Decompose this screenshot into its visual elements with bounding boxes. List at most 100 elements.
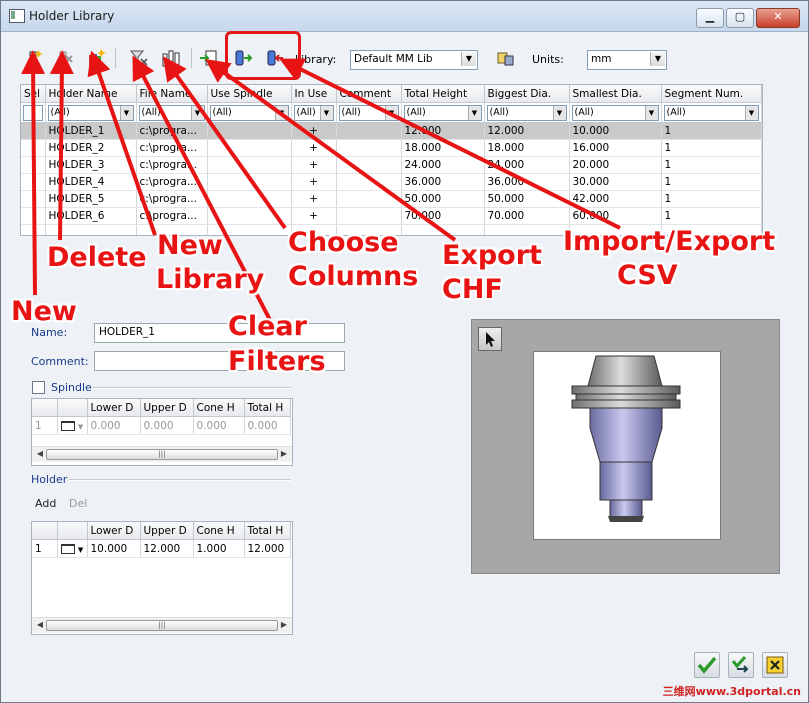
row-select-cell[interactable]: [21, 173, 46, 191]
table-row[interactable]: 1 ▼ 10.000 12.000 1.000 12.000: [32, 539, 291, 558]
column-header[interactable]: In Use: [291, 85, 337, 103]
table-cell: 1: [661, 173, 762, 191]
row-select-cell[interactable]: [21, 122, 46, 140]
table-row[interactable]: 1 ▼ 0.000 0.000 0.000 0.000: [32, 416, 291, 435]
column-filter-select[interactable]: (All) ▼: [209, 104, 289, 121]
table-cell: [336, 156, 402, 174]
row-select-cell[interactable]: [21, 207, 46, 225]
row-select-cell[interactable]: [21, 139, 46, 157]
cancel-button[interactable]: [762, 652, 788, 678]
library-settings-icon[interactable]: [496, 48, 516, 68]
table-row[interactable]: HOLDER_3 c:\progra... +24.000 24.000 20.000 1: [21, 156, 762, 174]
column-filter-value: (All): [489, 106, 509, 118]
column-header: Cone H: [193, 522, 245, 540]
column-header[interactable]: Biggest Dia.: [484, 85, 570, 103]
minimize-icon: ▁: [705, 10, 715, 23]
maximize-button[interactable]: ▢: [726, 8, 754, 28]
spindle-checkbox[interactable]: [32, 381, 45, 394]
annotation-import-export-1: Import/Export: [563, 226, 776, 257]
column-header: Cone H: [193, 399, 245, 417]
column-filter-select[interactable]: (All) ▼: [293, 104, 334, 121]
column-header[interactable]: Holder Name: [45, 85, 137, 103]
apply-button[interactable]: [728, 652, 754, 678]
table-cell: 1: [661, 122, 762, 140]
apply-icon: [731, 656, 749, 673]
choose-columns-icon[interactable]: [161, 48, 181, 68]
table-row[interactable]: HOLDER_6 c:\progra... +70.000 70.000 60.000 1: [21, 207, 762, 225]
select-all-filter[interactable]: [23, 104, 43, 121]
column-header: Total H: [244, 522, 291, 540]
table-row[interactable]: HOLDER_5 c:\progra... +50.000 50.000 42.000 1: [21, 190, 762, 208]
table-cell: c:\progra...: [136, 122, 208, 140]
delete-holder-icon[interactable]: [55, 48, 75, 68]
table-cell: 36.000: [401, 173, 485, 191]
table-cell: [207, 173, 292, 191]
table-cell: [207, 122, 292, 140]
holder-library-window: Holder Library ▁ ▢ ✕ Library: Default MM…: [0, 0, 809, 703]
column-header[interactable]: Smallest Dia.: [569, 85, 662, 103]
column-header[interactable]: Comment: [336, 85, 402, 103]
annotation-new-library-1: New: [157, 230, 223, 261]
filter-cell: (All) ▼: [45, 102, 137, 123]
delete-segment-button[interactable]: Del: [69, 497, 87, 510]
row-select-cell[interactable]: [21, 156, 46, 174]
library-select[interactable]: Default MM Lib ▼: [350, 50, 478, 70]
units-select[interactable]: mm ▼: [587, 50, 667, 70]
column-filter-select[interactable]: (All) ▼: [138, 104, 205, 121]
column-header: Lower D: [87, 522, 141, 540]
column-filter-select[interactable]: (All) ▼: [47, 104, 134, 121]
segment-shape-dropdown[interactable]: ▼: [57, 539, 88, 558]
table-row[interactable]: HOLDER_4 c:\progra... +36.000 36.000 30.000 1: [21, 173, 762, 191]
column-filter-select[interactable]: (All) ▼: [338, 104, 399, 121]
new-holder-icon[interactable]: [25, 48, 45, 68]
column-header: [57, 522, 88, 540]
column-filter-select[interactable]: (All) ▼: [571, 104, 659, 121]
table-cell: 50.000: [484, 190, 570, 208]
column-filter-value: (All): [141, 106, 161, 118]
column-header[interactable]: Use Spindle: [207, 85, 292, 103]
minimize-button[interactable]: ▁: [696, 8, 724, 28]
filter-cell: (All) ▼: [661, 102, 762, 123]
table-row[interactable]: HOLDER_2 c:\progra... +18.000 18.000 16.000 1: [21, 139, 762, 157]
column-header: [57, 399, 88, 417]
filter-cell: (All) ▼: [569, 102, 662, 123]
table-cell: HOLDER_3: [45, 156, 137, 174]
chevron-down-icon: ▼: [77, 545, 84, 554]
window-app-icon: [9, 9, 25, 23]
table-cell: HOLDER_1: [45, 122, 137, 140]
name-field[interactable]: HOLDER_1: [94, 323, 345, 343]
chevron-down-icon: ▼: [77, 422, 84, 431]
table-cell: 20.000: [569, 156, 662, 174]
column-header[interactable]: Sel: [21, 85, 46, 103]
column-filter-select[interactable]: (All) ▼: [403, 104, 482, 121]
table-cell: 70.000: [484, 207, 570, 225]
add-segment-button[interactable]: Add: [35, 497, 56, 510]
column-filter-value: (All): [574, 106, 594, 118]
ok-button[interactable]: [694, 652, 720, 678]
table-cell: 1.000: [193, 539, 245, 558]
column-filter-select[interactable]: (All) ▼: [486, 104, 567, 121]
column-filter-select[interactable]: (All) ▼: [663, 104, 759, 121]
chevron-down-icon: ▼: [119, 105, 133, 120]
clear-filters-icon[interactable]: [129, 48, 149, 68]
comment-label: Comment:: [31, 355, 89, 368]
column-header[interactable]: File Name: [136, 85, 208, 103]
annotation-export-chf-2: CHF: [442, 274, 503, 305]
row-select-cell[interactable]: [21, 190, 46, 208]
column-header[interactable]: Total Height: [401, 85, 485, 103]
filter-cell: (All) ▼: [291, 102, 337, 123]
close-button[interactable]: ✕: [756, 8, 800, 28]
table-cell: 18.000: [484, 139, 570, 157]
column-filter-value: (All): [212, 106, 232, 118]
new-library-icon[interactable]: [87, 48, 107, 68]
filter-cell: (All) ▼: [484, 102, 570, 123]
column-header[interactable]: Segment Num.: [661, 85, 762, 103]
select-pointer-button[interactable]: [478, 327, 502, 351]
table-row[interactable]: HOLDER_1 c:\progra... +12.000 12.000 10.000 1: [21, 122, 762, 140]
export-chf-icon[interactable]: [199, 48, 219, 68]
spindle-hscroll[interactable]: ◀ ||| ▶: [32, 446, 292, 462]
holder-hscroll[interactable]: ◀ ||| ▶: [32, 617, 292, 633]
table-cell: 1: [661, 190, 762, 208]
segment-shape-dropdown[interactable]: ▼: [57, 416, 88, 435]
table-cell: 24.000: [401, 156, 485, 174]
